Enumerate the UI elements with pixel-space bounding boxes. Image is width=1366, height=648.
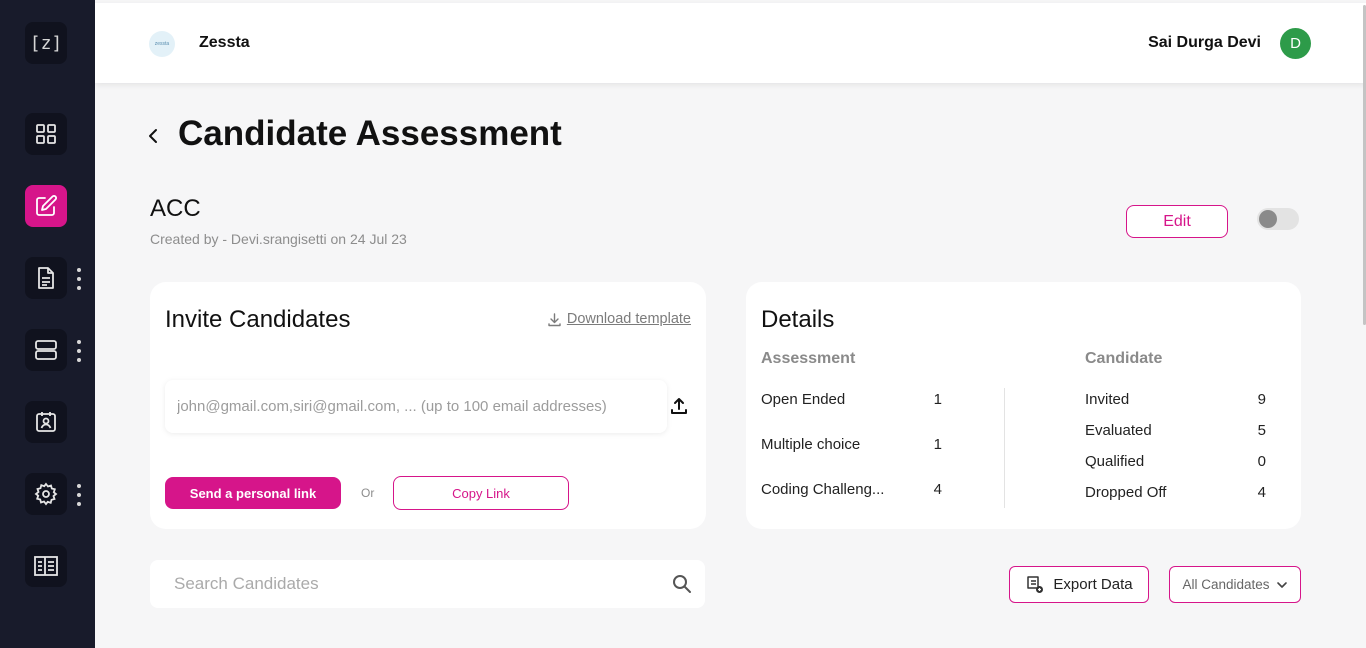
edit-button[interactable]: Edit — [1126, 205, 1228, 238]
assessment-row-value: 4 — [933, 481, 942, 498]
app-logo-text: [z] — [29, 32, 63, 54]
avatar[interactable]: D — [1280, 28, 1311, 59]
details-title: Details — [761, 306, 835, 333]
app-logo[interactable]: [z] — [25, 22, 67, 64]
candidate-row-value: 9 — [1257, 391, 1266, 408]
settings-gear-icon — [34, 482, 58, 506]
candidate-filter-value: All Candidates — [1182, 577, 1270, 592]
calendar-id-icon — [36, 412, 56, 432]
assessment-name: ACC — [150, 195, 201, 222]
export-data-button[interactable]: Export Data — [1009, 566, 1149, 603]
send-personal-link-button[interactable]: Send a personal link — [165, 477, 341, 509]
upload-icon[interactable] — [669, 396, 689, 416]
email-addresses-input[interactable] — [165, 380, 667, 433]
candidate-row-label: Evaluated — [1085, 422, 1152, 439]
building-icon — [34, 556, 58, 576]
candidate-row-value: 5 — [1257, 422, 1266, 439]
details-card: Details Assessment Candidate Open Ended … — [746, 282, 1301, 529]
search-input[interactable] — [150, 560, 670, 608]
settings-menu-icon[interactable] — [76, 484, 82, 506]
invite-candidates-card: Invite Candidates Download template Send… — [150, 282, 706, 529]
sidebar-item-documents[interactable] — [25, 257, 67, 299]
top-bar: zessta Zessta Sai Durga Devi D — [95, 3, 1366, 83]
sidebar-item-dashboard[interactable] — [25, 113, 67, 155]
candidate-row-label: Dropped Off — [1085, 484, 1167, 501]
download-template-link[interactable]: Download template — [547, 311, 691, 327]
candidate-section-heading: Candidate — [1085, 350, 1163, 367]
sidebar-item-servers[interactable] — [25, 329, 67, 371]
assessment-row-value: 1 — [933, 391, 942, 408]
servers-menu-icon[interactable] — [76, 340, 82, 362]
assessment-row-label: Coding Challeng... — [761, 481, 885, 498]
edit-icon — [36, 195, 57, 216]
server-icon — [35, 340, 57, 360]
copy-link-button[interactable]: Copy Link — [393, 476, 569, 510]
assessment-row-label: Open Ended — [761, 391, 846, 408]
download-icon — [548, 312, 561, 326]
page-title: Candidate Assessment — [178, 114, 562, 153]
export-data-label: Export Data — [1053, 576, 1133, 593]
org-name: Zessta — [199, 34, 250, 51]
chevron-left-icon — [149, 129, 157, 143]
invite-title: Invite Candidates — [165, 306, 351, 333]
chevron-down-icon — [1276, 581, 1287, 588]
back-button[interactable] — [147, 122, 163, 150]
candidate-row-value: 0 — [1257, 453, 1266, 470]
candidate-row-label: Qualified — [1085, 453, 1145, 470]
search-icon[interactable] — [672, 574, 692, 594]
sidebar-item-assessments[interactable] — [25, 185, 67, 227]
assessment-active-toggle[interactable] — [1257, 208, 1299, 230]
candidate-row-value: 4 — [1257, 484, 1266, 501]
assessment-row-value: 1 — [933, 436, 942, 453]
candidate-row-label: Invited — [1085, 391, 1130, 408]
details-divider — [1004, 388, 1005, 508]
sidebar-item-candidates[interactable] — [25, 401, 67, 443]
toggle-knob — [1259, 210, 1277, 228]
assessment-row-label: Multiple choice — [761, 436, 861, 453]
documents-menu-icon[interactable] — [76, 268, 82, 290]
created-by-text: Created by - Devi.srangisetti on 24 Jul … — [150, 231, 407, 247]
search-candidates-box — [150, 560, 705, 608]
dashboard-grid-icon — [36, 124, 56, 144]
or-separator: Or — [361, 486, 375, 500]
sidebar-item-organization[interactable] — [25, 545, 67, 587]
download-template-label: Download template — [566, 311, 691, 327]
candidate-filter-select[interactable]: All Candidates — [1169, 566, 1301, 603]
sidebar: [z] — [0, 0, 95, 648]
assessment-section-heading: Assessment — [761, 350, 856, 367]
sidebar-item-settings[interactable] — [25, 473, 67, 515]
org-logo-text: zessta — [154, 41, 170, 47]
user-name[interactable]: Sai Durga Devi — [1148, 34, 1261, 52]
export-file-icon — [1027, 575, 1044, 593]
org-logo: zessta — [149, 31, 175, 57]
document-icon — [38, 267, 54, 289]
main-content: zessta Zessta Sai Durga Devi D Candidate… — [95, 0, 1366, 648]
